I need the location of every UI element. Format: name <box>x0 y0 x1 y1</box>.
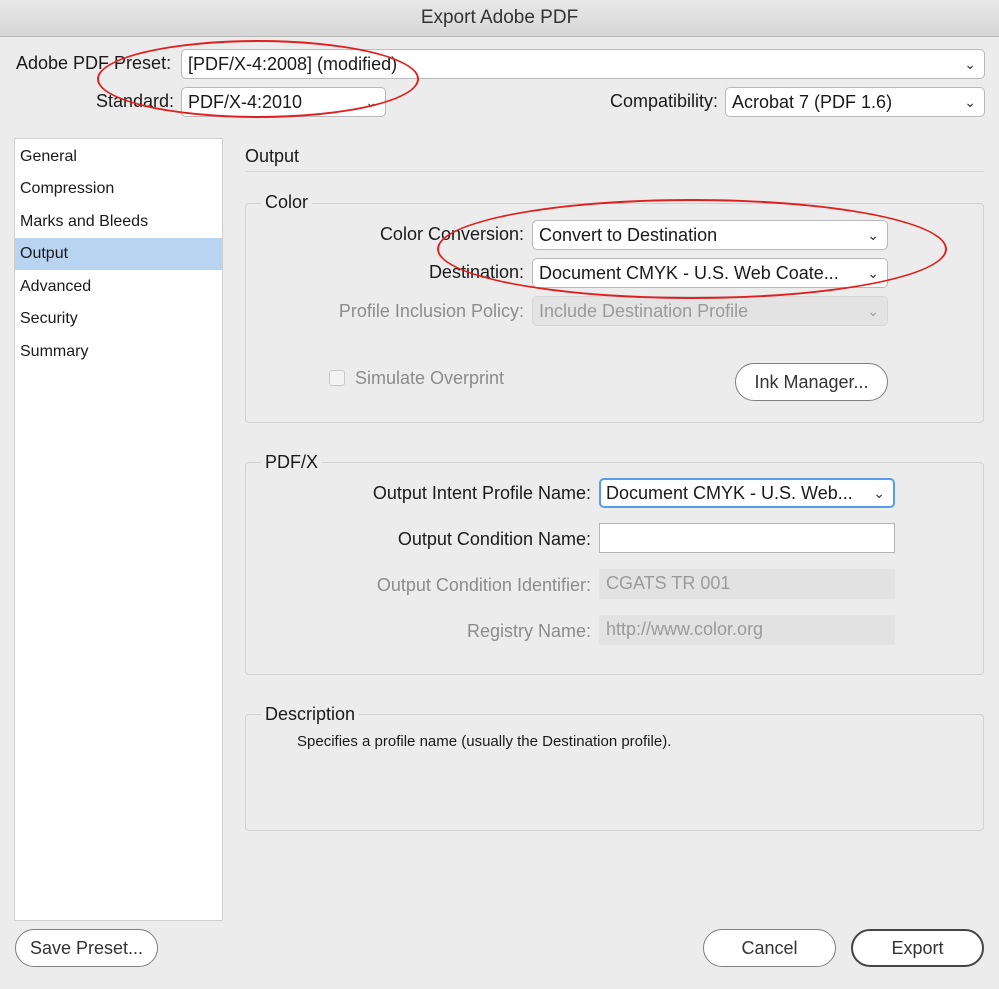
cancel-button[interactable]: Cancel <box>703 929 836 967</box>
sidebar-item-output[interactable]: Output <box>15 238 222 270</box>
standard-select[interactable]: PDF/X-4:2010 ⌄ <box>181 87 386 117</box>
compat-select[interactable]: Acrobat 7 (PDF 1.6) ⌄ <box>725 87 985 117</box>
chevron-down-icon: ⌄ <box>867 265 879 281</box>
chevron-down-icon: ⌄ <box>964 56 976 72</box>
sidebar-item-marks-and-bleeds[interactable]: Marks and Bleeds <box>15 206 222 238</box>
condition-identifier-label: Output Condition Identifier: <box>376 575 591 595</box>
chevron-down-icon: ⌄ <box>964 94 976 110</box>
chevron-down-icon: ⌄ <box>365 94 377 110</box>
section-divider <box>245 171 984 172</box>
sidebar-item-general[interactable]: General <box>15 141 222 173</box>
window-title: Export Adobe PDF <box>0 0 999 37</box>
intent-profile-select[interactable]: Document CMYK - U.S. Web... ⌄ <box>599 478 895 508</box>
color-conversion-value: Convert to Destination <box>539 225 718 245</box>
sidebar-item-advanced[interactable]: Advanced <box>15 271 222 303</box>
color-conversion-select[interactable]: Convert to Destination ⌄ <box>532 220 888 250</box>
save-preset-button[interactable]: Save Preset... <box>15 929 158 967</box>
sidebar-item-security[interactable]: Security <box>15 303 222 335</box>
ink-manager-button[interactable]: Ink Manager... <box>735 363 888 401</box>
destination-label: Destination: <box>428 262 524 282</box>
destination-select[interactable]: Document CMYK - U.S. Web Coate... ⌄ <box>532 258 888 288</box>
registry-name-field: http://www.color.org <box>599 615 895 645</box>
destination-value: Document CMYK - U.S. Web Coate... <box>539 263 839 283</box>
condition-name-label: Output Condition Name: <box>397 529 591 549</box>
compat-value: Acrobat 7 (PDF 1.6) <box>732 92 893 112</box>
registry-name-label: Registry Name: <box>466 621 591 641</box>
description-text: Specifies a profile name (usually the De… <box>297 733 672 750</box>
pdfx-group-title: PDF/X <box>261 452 323 473</box>
chevron-down-icon: ⌄ <box>867 227 879 243</box>
preset-value: [PDF/X-4:2008] (modified) <box>188 54 398 74</box>
profile-inclusion-select: Include Destination Profile ⌄ <box>532 296 888 326</box>
section-title: Output <box>245 146 300 166</box>
condition-identifier-field: CGATS TR 001 <box>599 569 895 599</box>
chevron-down-icon: ⌄ <box>873 485 885 501</box>
profile-inclusion-label: Profile Inclusion Policy: <box>338 301 524 321</box>
intent-profile-value: Document CMYK - U.S. Web... <box>606 483 853 503</box>
preset-label: Adobe PDF Preset: <box>16 53 172 73</box>
intent-profile-label: Output Intent Profile Name: <box>372 483 591 503</box>
condition-name-input[interactable] <box>599 523 895 553</box>
standard-value: PDF/X-4:2010 <box>188 92 303 112</box>
compat-label: Compatibility: <box>609 91 718 111</box>
color-conversion-label: Color Conversion: <box>379 224 524 244</box>
simulate-overprint-label: Simulate Overprint <box>355 368 505 388</box>
chevron-down-icon: ⌄ <box>867 303 879 319</box>
preset-select[interactable]: [PDF/X-4:2008] (modified) ⌄ <box>181 49 985 79</box>
sidebar: General Compression Marks and Bleeds Out… <box>14 138 223 921</box>
export-button[interactable]: Export <box>851 929 984 967</box>
description-group <box>245 714 984 831</box>
color-group-title: Color <box>261 192 313 213</box>
sidebar-item-summary[interactable]: Summary <box>15 336 222 368</box>
description-group-title: Description <box>261 704 360 725</box>
standard-label: Standard: <box>95 91 174 111</box>
profile-inclusion-value: Include Destination Profile <box>539 301 749 321</box>
simulate-overprint-checkbox[interactable] <box>329 370 345 386</box>
sidebar-item-compression[interactable]: Compression <box>15 173 222 205</box>
